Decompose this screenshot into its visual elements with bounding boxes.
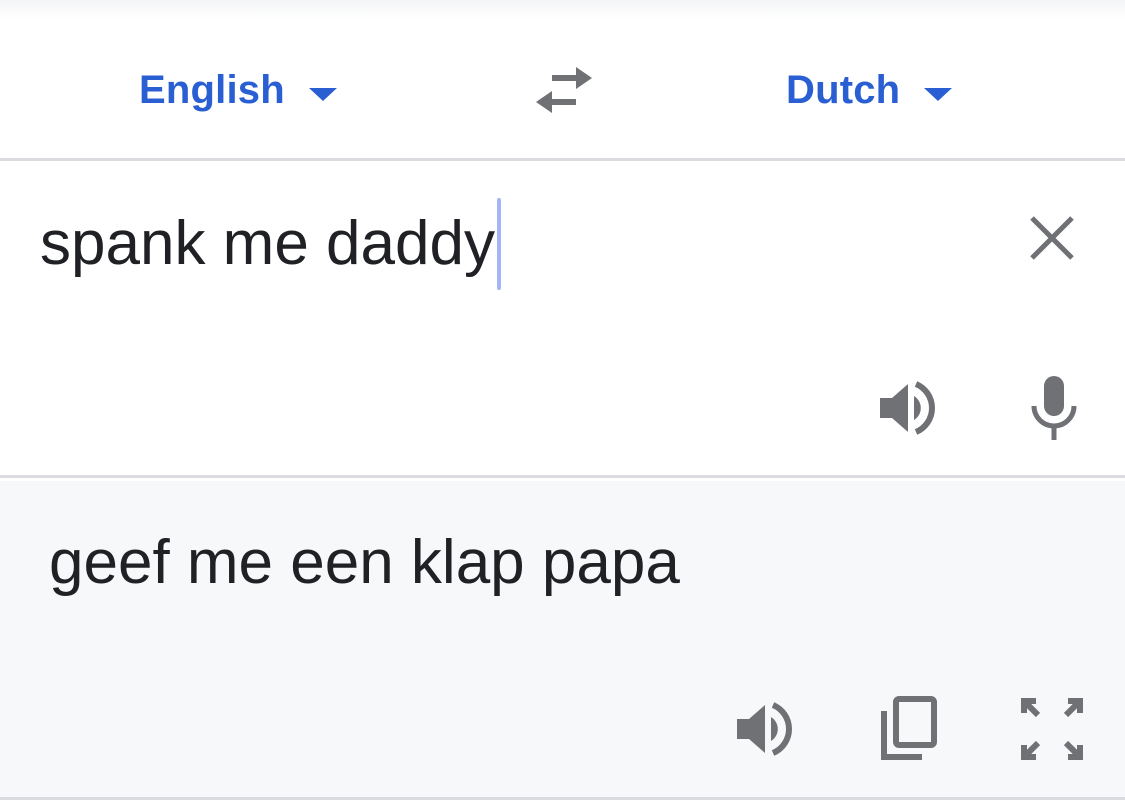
top-shadow xyxy=(0,0,1125,20)
copy-translation-button[interactable] xyxy=(876,693,940,765)
language-bar: English Dutch xyxy=(0,20,1125,161)
swap-arrows-icon xyxy=(536,67,592,113)
source-language-button[interactable]: English xyxy=(139,20,337,161)
microphone-icon xyxy=(1031,376,1077,440)
translate-app: English Dutch spank me daddy geef me een… xyxy=(0,0,1125,803)
target-language-button[interactable]: Dutch xyxy=(786,20,953,161)
source-panel: spank me daddy xyxy=(0,164,1125,478)
target-language-label: Dutch xyxy=(786,68,901,112)
source-text: spank me daddy xyxy=(40,209,495,278)
close-icon xyxy=(1030,216,1074,260)
chevron-down-icon xyxy=(924,88,953,101)
speaker-icon xyxy=(737,702,792,756)
translation-text: geef me een klap papa xyxy=(49,528,680,597)
listen-source-button[interactable] xyxy=(876,372,940,444)
translation-panel: geef me een klap papa xyxy=(0,481,1125,800)
source-text-input[interactable]: spank me daddy xyxy=(40,198,501,290)
fullscreen-icon xyxy=(1021,698,1083,760)
chevron-down-icon xyxy=(308,88,337,101)
copy-icon xyxy=(881,696,937,760)
listen-translation-button[interactable] xyxy=(733,693,797,765)
fullscreen-button[interactable] xyxy=(1020,693,1084,765)
text-cursor xyxy=(496,198,501,290)
clear-input-button[interactable] xyxy=(1024,210,1080,266)
source-language-label: English xyxy=(139,68,285,112)
voice-input-button[interactable] xyxy=(1022,372,1086,444)
swap-languages-button[interactable] xyxy=(532,64,596,116)
speaker-icon xyxy=(880,381,935,435)
